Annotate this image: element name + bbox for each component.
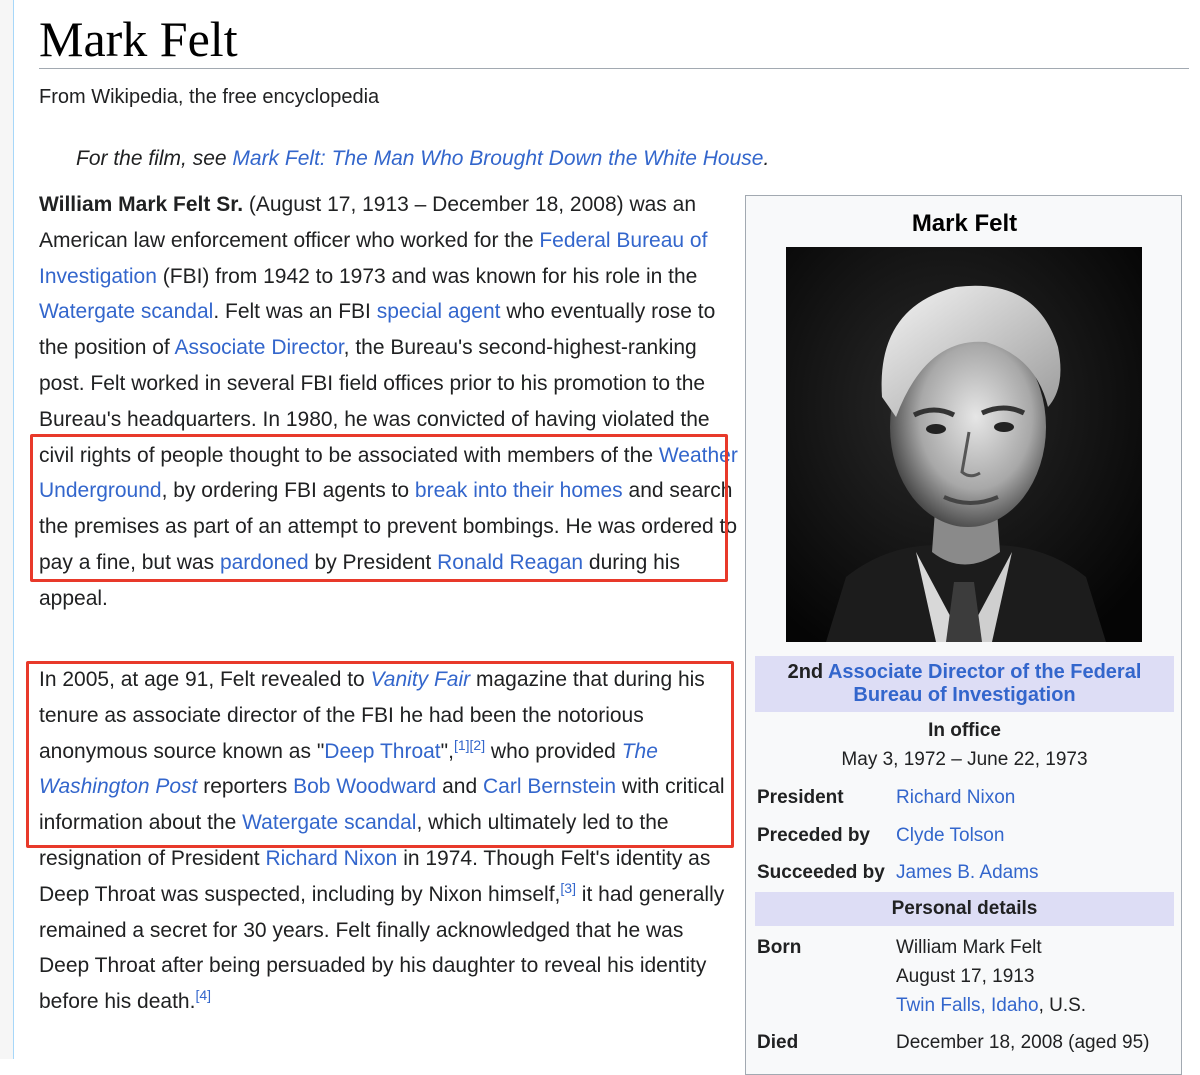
richard-nixon-link[interactable]: Richard Nixon bbox=[265, 847, 397, 870]
president-link[interactable]: Richard Nixon bbox=[896, 785, 1015, 811]
film-link[interactable]: Mark Felt: The Man Who Brought Down the … bbox=[232, 147, 763, 170]
office-ordinal: 2nd bbox=[787, 661, 828, 683]
hatnote: For the film, see Mark Felt: The Man Who… bbox=[76, 145, 769, 173]
page-left-border bbox=[0, 0, 14, 1059]
reference-3[interactable]: [3] bbox=[560, 880, 576, 896]
infobox-office-header: 2nd Associate Director of the Federal Bu… bbox=[755, 656, 1174, 712]
birthplace-link[interactable]: Twin Falls, Idaho bbox=[896, 995, 1039, 1016]
in-office-label: In office bbox=[928, 720, 1001, 741]
succeeded-by-label: Succeeded by bbox=[757, 862, 885, 883]
personal-details-header: Personal details bbox=[755, 892, 1174, 926]
infobox-title: Mark Felt bbox=[911, 210, 1018, 237]
subject-name: William Mark Felt Sr. bbox=[39, 193, 244, 216]
site-tagline: From Wikipedia, the free encyclopedia bbox=[39, 86, 380, 108]
in-office-dates: May 3, 1972 – June 22, 1973 bbox=[841, 749, 1088, 770]
office-link[interactable]: Associate Director of the Federal Bureau… bbox=[828, 661, 1141, 706]
born-place: Twin Falls, Idaho, U.S. bbox=[896, 993, 1086, 1019]
died-value: December 18, 2008 (aged 95) bbox=[896, 1032, 1150, 1053]
highlight-box-deep-throat bbox=[26, 661, 734, 848]
succeeded-by-link[interactable]: James B. Adams bbox=[896, 860, 1039, 886]
president-label: President bbox=[757, 787, 844, 808]
preceded-by-link[interactable]: Clyde Tolson bbox=[896, 823, 1004, 849]
born-name: William Mark Felt bbox=[896, 937, 1042, 958]
hatnote-text: For the film, see bbox=[76, 147, 233, 170]
birthplace-country: , U.S. bbox=[1038, 995, 1087, 1016]
born-date: August 17, 1913 bbox=[896, 966, 1035, 987]
reference-4[interactable]: [4] bbox=[195, 987, 211, 1003]
preceded-by-label: Preceded by bbox=[757, 825, 870, 846]
born-label: Born bbox=[757, 937, 802, 958]
text-run: . Felt was an FBI bbox=[213, 300, 377, 324]
title-divider bbox=[39, 68, 1189, 69]
portrait-photo[interactable] bbox=[786, 247, 1142, 642]
associate-director-link[interactable]: Associate Director bbox=[174, 336, 343, 359]
infobox: Mark Felt 2nd Associate Director of the … bbox=[745, 195, 1182, 1075]
highlight-box-conviction bbox=[30, 434, 728, 582]
text-run: (FBI) from 1942 to 1973 and was known fo… bbox=[156, 264, 698, 288]
watergate-link[interactable]: Watergate scandal bbox=[39, 300, 213, 323]
died-label: Died bbox=[757, 1032, 799, 1053]
hatnote-suffix: . bbox=[763, 147, 770, 170]
special-agent-link[interactable]: special agent bbox=[377, 300, 501, 323]
page-title: Mark Felt bbox=[39, 11, 238, 67]
